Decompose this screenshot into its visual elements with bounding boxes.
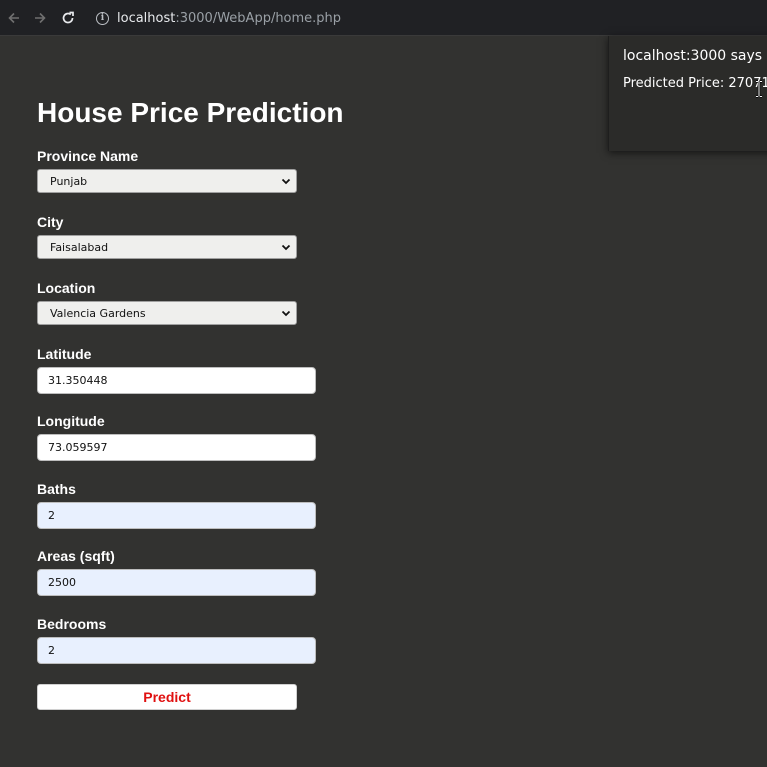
province-select[interactable]: Punjab <box>37 169 297 193</box>
browser-toolbar: i localhost:3000/WebApp/home.php <box>0 0 767 36</box>
alert-message: Predicted Price: 27071 <box>623 76 767 91</box>
location-label: Location <box>37 280 96 296</box>
alert-dialog: localhost:3000 says Predicted Price: 270… <box>608 36 767 151</box>
location-value: Valencia Gardens <box>50 306 146 320</box>
latitude-input[interactable]: 31.350448 <box>37 367 316 394</box>
text-cursor-icon <box>756 80 762 98</box>
url-path: :3000/WebApp/home.php <box>175 10 342 26</box>
bedrooms-input[interactable]: 2 <box>37 637 316 664</box>
city-select[interactable]: Faisalabad <box>37 235 297 259</box>
page-title: House Price Prediction <box>37 97 344 128</box>
chevron-down-icon <box>281 310 291 317</box>
baths-input[interactable]: 2 <box>37 502 316 529</box>
longitude-input[interactable]: 73.059597 <box>37 434 316 461</box>
chevron-down-icon <box>281 178 291 185</box>
city-label: City <box>37 214 64 230</box>
bedrooms-label: Bedrooms <box>37 616 107 632</box>
province-value: Punjab <box>50 174 88 188</box>
chevron-down-icon <box>281 244 291 251</box>
predict-button[interactable]: Predict <box>37 684 297 710</box>
alert-title: localhost:3000 says <box>623 48 763 64</box>
baths-label: Baths <box>37 481 76 497</box>
back-arrow-icon[interactable] <box>4 8 24 28</box>
forward-arrow-icon[interactable] <box>30 8 50 28</box>
latitude-label: Latitude <box>37 346 92 362</box>
location-select[interactable]: Valencia Gardens <box>37 301 297 325</box>
province-label: Province Name <box>37 148 139 164</box>
city-value: Faisalabad <box>50 240 109 254</box>
address-bar[interactable]: i localhost:3000/WebApp/home.php <box>90 4 750 32</box>
areas-input[interactable]: 2500 <box>37 569 316 596</box>
reload-icon[interactable] <box>58 8 78 28</box>
url-host: localhost <box>117 10 176 26</box>
longitude-label: Longitude <box>37 413 105 429</box>
info-icon[interactable]: i <box>96 11 109 25</box>
areas-label: Areas (sqft) <box>37 548 115 564</box>
